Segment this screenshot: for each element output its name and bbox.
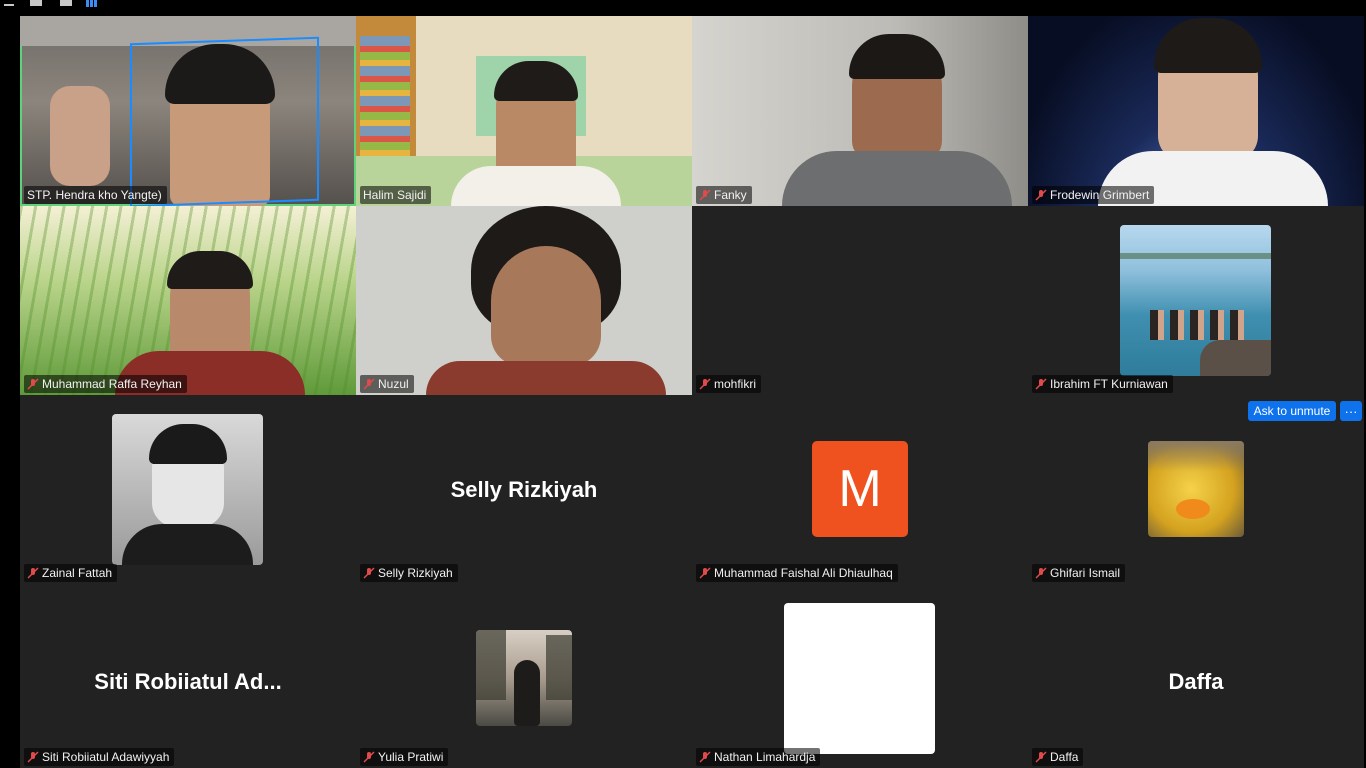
participant-name: STP. Hendra kho Yangte) (27, 188, 162, 202)
participant-name-tag: Nuzul (360, 375, 414, 393)
profile-picture (1120, 225, 1271, 376)
participant-name-tag: STP. Hendra kho Yangte) (24, 186, 167, 204)
profile-picture (784, 603, 935, 754)
profile-picture (112, 414, 263, 565)
microphone-muted-icon (1035, 751, 1047, 763)
participant-name-tag: Selly Rizkiyah (360, 564, 458, 582)
participant-name: Daffa (1050, 750, 1079, 764)
letter-avatar: M (812, 441, 908, 537)
participant-name: Selly Rizkiyah (378, 566, 453, 580)
microphone-muted-icon (1035, 378, 1047, 390)
video-tile[interactable]: Frodewin Grimbert (1028, 16, 1364, 206)
participant-name: Muhammad Raffa Reyhan (42, 377, 182, 391)
video-tile[interactable]: Ghifari Ismail Ask to unmute ··· (1028, 395, 1364, 584)
video-tile[interactable]: Muhammad Raffa Reyhan (20, 206, 356, 395)
microphone-muted-icon (1035, 189, 1047, 201)
participant-name-tag: Ghifari Ismail (1032, 564, 1126, 582)
participant-video (356, 206, 692, 395)
window-toolbar (0, 0, 1366, 16)
participant-video (1028, 16, 1364, 206)
profile-picture (1148, 441, 1244, 537)
microphone-muted-icon (27, 378, 39, 390)
video-tile[interactable]: Yulia Pratiwi (356, 584, 692, 768)
participant-name: Frodewin Grimbert (1050, 188, 1150, 202)
video-gallery: STP. Hendra kho Yangte) Halim Sajidi Fan… (20, 16, 1366, 768)
participant-name-tag: Yulia Pratiwi (360, 748, 449, 766)
participant-name-tag: mohfikri (696, 375, 762, 393)
microphone-muted-icon (699, 567, 711, 579)
participant-name-tag: Zainal Fattah (24, 564, 118, 582)
microphone-muted-icon (699, 189, 711, 201)
video-tile[interactable]: STP. Hendra kho Yangte) (20, 16, 356, 206)
participant-video (692, 16, 1028, 206)
video-tile[interactable]: Daffa Daffa (1028, 584, 1364, 768)
profile-picture (476, 630, 572, 726)
participant-display-name: Siti Robiiatul Ad... (94, 668, 282, 694)
participant-display-name: Selly Rizkiyah (450, 476, 598, 502)
microphone-muted-icon (1035, 567, 1047, 579)
window-icon[interactable] (60, 0, 72, 6)
microphone-muted-icon (363, 567, 375, 579)
participant-name: Siti Robiiatul Adawiyyah (42, 750, 170, 764)
participant-name-tag: Frodewin Grimbert (1032, 186, 1155, 204)
participant-name-tag: Siti Robiiatul Adawiyyah (24, 748, 175, 766)
participant-name-tag: Muhammad Faishal Ali Dhiaulhaq (696, 564, 898, 582)
ask-to-unmute-button[interactable]: Ask to unmute (1248, 401, 1336, 421)
microphone-muted-icon (27, 751, 39, 763)
participant-name: Yulia Pratiwi (378, 750, 444, 764)
video-tile[interactable]: mohfikri (692, 206, 1028, 395)
minimize-icon[interactable] (4, 4, 14, 6)
video-tile[interactable]: Selly Rizkiyah Selly Rizkiyah (356, 395, 692, 584)
participant-name: Muhammad Faishal Ali Dhiaulhaq (714, 566, 893, 580)
participant-video (20, 16, 356, 206)
microphone-muted-icon (699, 751, 711, 763)
participant-name-tag: Daffa (1032, 748, 1084, 766)
video-tile[interactable]: Nathan Limahardja (692, 584, 1028, 768)
participant-name: Ghifari Ismail (1050, 566, 1121, 580)
participant-name-tag: Ibrahim FT Kurniawan (1032, 375, 1173, 393)
participant-name: mohfikri (714, 377, 757, 391)
video-tile[interactable]: M Muhammad Faishal Ali Dhiaulhaq (692, 395, 1028, 584)
more-options-button[interactable]: ··· (1340, 401, 1362, 421)
video-tile[interactable]: Fanky (692, 16, 1028, 206)
avatar-letter: M (838, 460, 882, 518)
participant-name-tag: Nathan Limahardja (696, 748, 821, 766)
video-tile[interactable]: Halim Sajidi (356, 16, 692, 206)
participant-name: Nuzul (378, 377, 409, 391)
restore-icon[interactable] (30, 0, 42, 6)
participant-video (356, 16, 692, 206)
participant-name: Ibrahim FT Kurniawan (1050, 377, 1168, 391)
participant-name-tag: Fanky (696, 186, 752, 204)
participant-name: Zainal Fattah (42, 566, 113, 580)
participant-video (20, 206, 356, 395)
video-tile[interactable]: Zainal Fattah (20, 395, 356, 584)
gallery-view-icon[interactable] (86, 0, 98, 7)
participant-name-tag: Halim Sajidi (360, 186, 432, 204)
participant-display-name: Daffa (1168, 668, 1224, 694)
participant-name: Fanky (714, 188, 747, 202)
microphone-muted-icon (699, 378, 711, 390)
video-tile[interactable]: Nuzul (356, 206, 692, 395)
participant-name-tag: Muhammad Raffa Reyhan (24, 375, 187, 393)
microphone-muted-icon (27, 567, 39, 579)
video-tile[interactable]: Siti Robiiatul Ad... Siti Robiiatul Adaw… (20, 584, 356, 768)
microphone-muted-icon (363, 378, 375, 390)
microphone-muted-icon (363, 751, 375, 763)
video-tile[interactable]: Ibrahim FT Kurniawan (1028, 206, 1364, 395)
participant-name: Halim Sajidi (363, 188, 427, 202)
participant-name: Nathan Limahardja (714, 750, 816, 764)
